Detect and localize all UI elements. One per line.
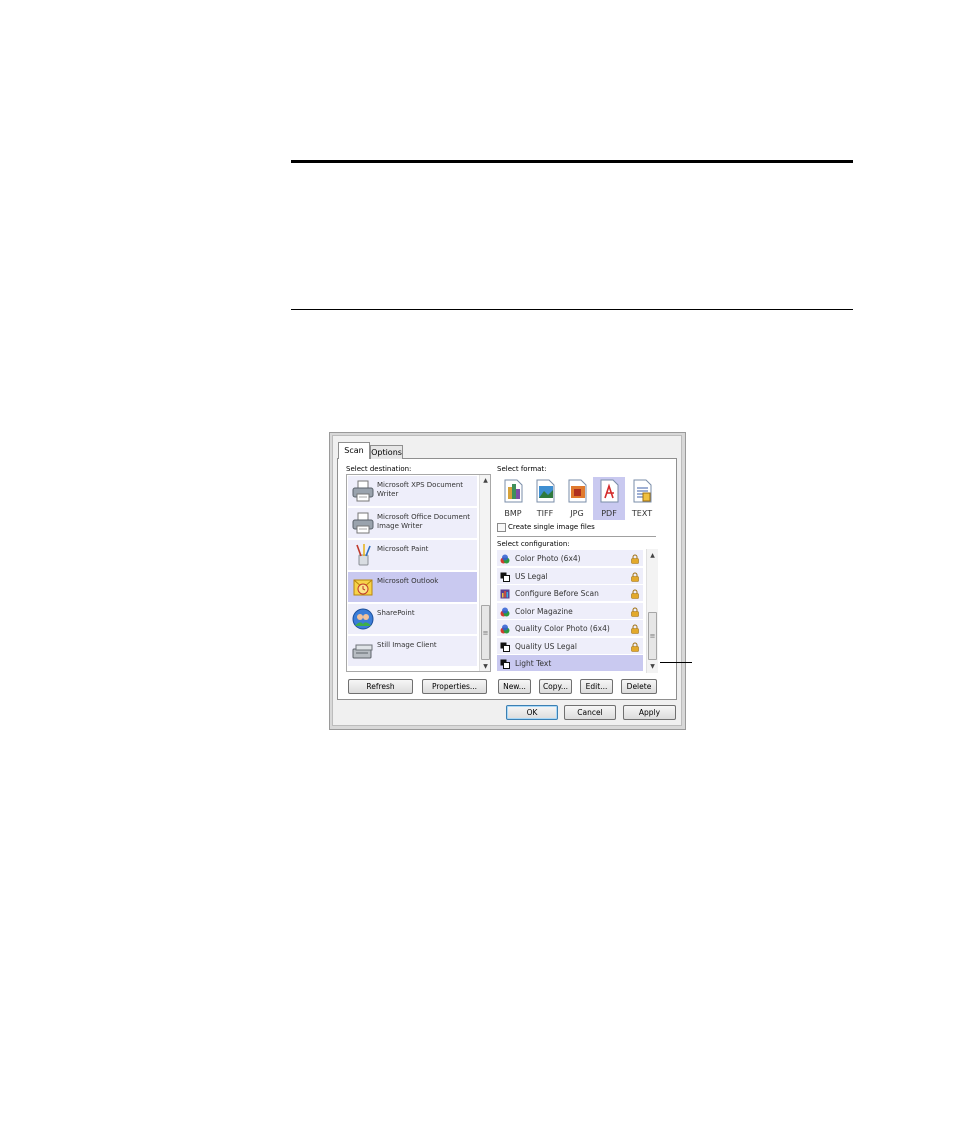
- lock-icon: [631, 607, 639, 617]
- configuration-label: Quality US Legal: [515, 642, 577, 651]
- copy-button[interactable]: Copy...: [539, 679, 572, 694]
- destination-label: Microsoft Office Document Image Writer: [377, 513, 471, 530]
- single-image-checkbox[interactable]: [497, 523, 506, 532]
- heading-rule: [291, 160, 853, 163]
- destination-item-still-image-client[interactable]: Still Image Client: [348, 636, 477, 667]
- select-configuration-label: Select configuration:: [497, 540, 570, 548]
- grip-icon: ≡: [649, 632, 656, 640]
- ok-button[interactable]: OK: [506, 705, 558, 720]
- configuration-item-color-magazine[interactable]: Color Magazine: [497, 603, 643, 620]
- single-image-label: Create single image files: [508, 523, 595, 531]
- destination-label: SharePoint: [377, 609, 415, 617]
- pdf-icon: [600, 479, 619, 503]
- destination-scrollbar[interactable]: ▲ ≡ ▼: [479, 475, 490, 671]
- tab-scan[interactable]: Scan: [338, 442, 370, 459]
- scroll-up-arrow-icon[interactable]: ▲: [480, 476, 490, 485]
- lock-icon: [631, 589, 639, 599]
- scroll-down-arrow-icon[interactable]: ▼: [480, 662, 490, 671]
- destination-list[interactable]: Microsoft XPS Document Writer Microsoft …: [346, 474, 491, 672]
- configuration-item-color-photo[interactable]: Color Photo (6x4): [497, 550, 643, 567]
- destination-item-sharepoint[interactable]: SharePoint: [348, 604, 477, 635]
- select-format-label: Select format:: [497, 465, 547, 473]
- printer-icon: [352, 480, 374, 502]
- callout-line: [660, 662, 692, 663]
- color-icon: [500, 554, 510, 564]
- destination-label: Microsoft XPS Document Writer: [377, 481, 464, 498]
- destination-label: Still Image Client: [377, 641, 437, 649]
- destination-item-paint[interactable]: Microsoft Paint: [348, 540, 477, 571]
- bmp-icon: [504, 479, 523, 503]
- select-destination-label: Select destination:: [346, 465, 412, 473]
- configuration-label: Light Text: [515, 659, 552, 668]
- configuration-label: Configure Before Scan: [515, 589, 599, 598]
- color-icon: [500, 607, 510, 617]
- format-tiff[interactable]: TIFF: [529, 477, 561, 520]
- configuration-item-quality-us-legal[interactable]: Quality US Legal: [497, 638, 643, 655]
- tiff-icon: [536, 479, 555, 503]
- scroll-down-arrow-icon[interactable]: ▼: [647, 662, 658, 671]
- destination-item-office-image-writer[interactable]: Microsoft Office Document Image Writer: [348, 508, 477, 539]
- configure-icon: [500, 589, 510, 599]
- apply-button[interactable]: Apply: [623, 705, 676, 720]
- lock-icon: [631, 642, 639, 652]
- format-bmp[interactable]: BMP: [497, 477, 529, 520]
- outlook-icon: [353, 579, 373, 596]
- new-button[interactable]: New...: [498, 679, 531, 694]
- scrollbar-thumb[interactable]: ≡: [481, 605, 490, 660]
- lock-icon: [631, 554, 639, 564]
- configuration-scrollbar[interactable]: ▲ ≡ ▼: [646, 549, 658, 673]
- tab-options[interactable]: Options: [370, 445, 403, 459]
- format-label: TIFF: [536, 509, 554, 518]
- printer-icon: [352, 512, 374, 534]
- bw-icon: [500, 572, 510, 582]
- bw-icon: [500, 659, 510, 669]
- lock-icon: [631, 572, 639, 582]
- format-separator: [497, 536, 656, 537]
- format-label: JPG: [570, 509, 584, 518]
- bw-icon: [500, 642, 510, 652]
- destination-label: Microsoft Outlook: [377, 577, 439, 585]
- format-jpg[interactable]: JPG: [561, 477, 593, 520]
- format-text[interactable]: TEXT: [626, 477, 658, 520]
- scroll-up-arrow-icon[interactable]: ▲: [647, 551, 658, 560]
- configuration-label: US Legal: [515, 572, 548, 581]
- section-rule: [291, 309, 853, 310]
- configuration-label: Color Magazine: [515, 607, 573, 616]
- cancel-button[interactable]: Cancel: [564, 705, 616, 720]
- configuration-label: Quality Color Photo (6x4): [515, 624, 610, 633]
- sharepoint-icon: [352, 608, 374, 630]
- refresh-button[interactable]: Refresh: [348, 679, 413, 694]
- configuration-item-light-text[interactable]: Light Text: [497, 655, 643, 672]
- format-label: PDF: [601, 509, 617, 518]
- destination-label: Microsoft Paint: [377, 545, 429, 553]
- configuration-item-quality-color-photo[interactable]: Quality Color Photo (6x4): [497, 620, 643, 637]
- delete-button[interactable]: Delete: [621, 679, 657, 694]
- grip-icon: ≡: [482, 629, 489, 637]
- configuration-list[interactable]: Color Photo (6x4) US Legal Configure Bef…: [496, 549, 659, 673]
- destination-item-xps-writer[interactable]: Microsoft XPS Document Writer: [348, 476, 477, 507]
- configuration-label: Color Photo (6x4): [515, 554, 581, 563]
- edit-button[interactable]: Edit...: [580, 679, 613, 694]
- scrollbar-thumb[interactable]: ≡: [648, 612, 657, 660]
- configuration-item-configure-before-scan[interactable]: Configure Before Scan: [497, 585, 643, 602]
- scanner-icon: [352, 644, 373, 659]
- format-label: TEXT: [631, 509, 653, 518]
- text-icon: [633, 479, 652, 503]
- color-icon: [500, 624, 510, 634]
- lock-icon: [631, 624, 639, 634]
- configuration-item-us-legal[interactable]: US Legal: [497, 568, 643, 585]
- destination-item-outlook[interactable]: Microsoft Outlook: [348, 572, 477, 603]
- format-label: BMP: [504, 509, 522, 518]
- format-pdf[interactable]: PDF: [593, 477, 625, 520]
- paint-brush-icon: [356, 544, 371, 566]
- jpg-icon: [568, 479, 587, 503]
- properties-button[interactable]: Properties...: [422, 679, 487, 694]
